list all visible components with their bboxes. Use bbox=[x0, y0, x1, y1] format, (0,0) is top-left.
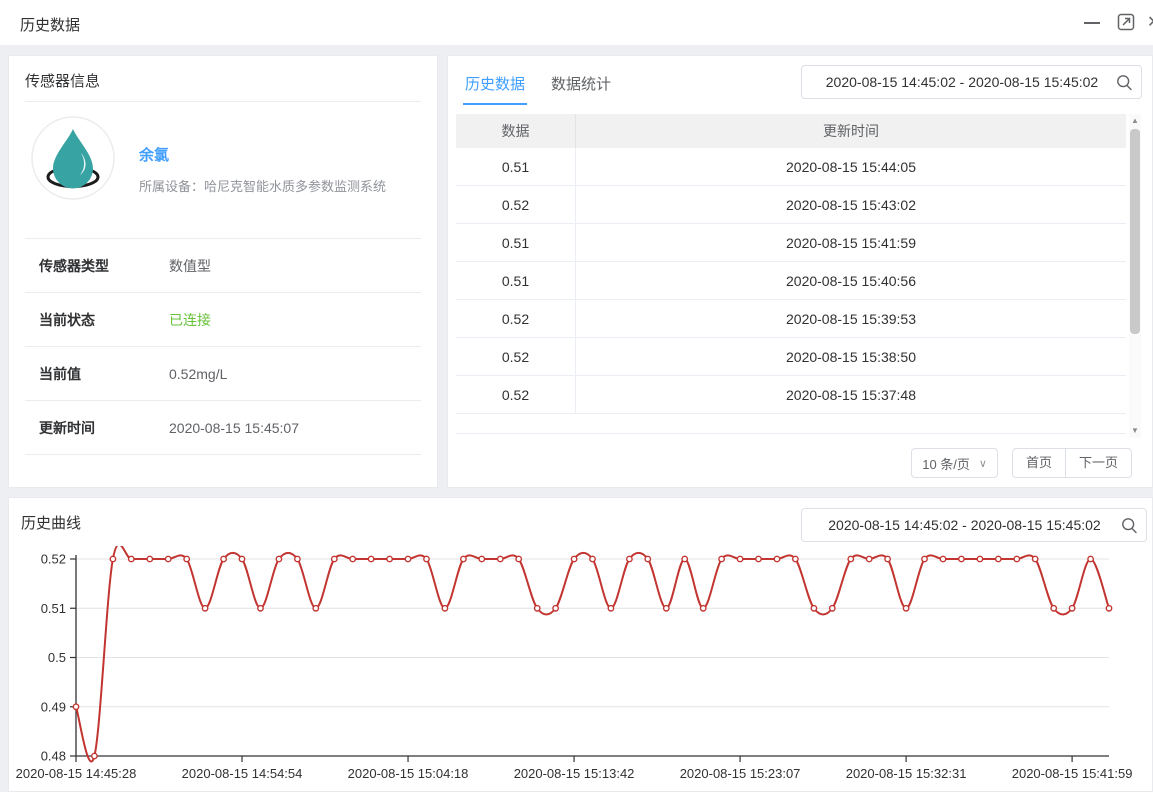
scroll-down-icon[interactable]: ▼ bbox=[1129, 425, 1141, 437]
cell-update-time: 2020-08-15 15:41:59 bbox=[576, 224, 1126, 261]
sensor-device-label: 所属设备：哈尼克智能水质多参数监测系统 bbox=[139, 176, 386, 195]
info-label: 当前值 bbox=[39, 347, 81, 401]
svg-text:2020-08-15 15:41:59: 2020-08-15 15:41:59 bbox=[1012, 766, 1133, 781]
sensor-info-panel: 传感器信息 余氯 所属设备：哈尼克智能水质多参数监测系统 传感器类型数值型当前状… bbox=[8, 55, 438, 488]
divider bbox=[25, 101, 421, 102]
svg-text:0.52: 0.52 bbox=[41, 552, 66, 567]
svg-text:2020-08-15 15:32:31: 2020-08-15 15:32:31 bbox=[846, 766, 967, 781]
table-row: 0.512020-08-15 15:40:56 bbox=[456, 262, 1126, 300]
info-value: 0.52mg/L bbox=[169, 347, 227, 401]
history-line-chart: 0.48 0.49 0.5 0.51 0.52 2020-08-15 14:45:28 20… bbox=[9, 546, 1152, 792]
sensor-info-row: 更新时间 2020-08-15 15:45:07 bbox=[25, 401, 421, 455]
svg-text:0.48: 0.48 bbox=[41, 749, 66, 764]
curve-panel-title: 历史曲线 bbox=[21, 512, 81, 533]
cell-update-time: 2020-08-15 15:38:50 bbox=[576, 338, 1126, 375]
svg-text:0.5: 0.5 bbox=[48, 650, 66, 665]
table-row: 0.522020-08-15 15:43:02 bbox=[456, 186, 1126, 224]
scrollbar-thumb[interactable] bbox=[1130, 129, 1140, 334]
history-tabs: 历史数据数据统计 bbox=[463, 66, 613, 106]
sensor-name-link[interactable]: 余氯 bbox=[139, 144, 169, 165]
history-date-range-value: 2020-08-15 14:45:02 - 2020-08-15 15:45:0… bbox=[810, 74, 1114, 90]
info-label: 传感器类型 bbox=[39, 239, 109, 293]
pagination: 10 条/页 ∨ 首页 下一页 bbox=[911, 448, 1132, 478]
table-header: 数据 更新时间 bbox=[456, 114, 1126, 148]
table-row: 0.522020-08-15 15:39:53 bbox=[456, 300, 1126, 338]
sensor-info-rows: 传感器类型 数值型当前状态 已连接当前值 0.52mg/L 更新时间 2020-08-15… bbox=[25, 238, 421, 455]
sensor-info-row: 当前状态 已连接 bbox=[25, 293, 421, 347]
table-row: 0.512020-08-15 15:41:59 bbox=[456, 224, 1126, 262]
curve-date-range-picker[interactable]: 2020-08-15 14:45:02 - 2020-08-15 15:45:0… bbox=[801, 508, 1147, 542]
tab-data-statistics[interactable]: 数据统计 bbox=[549, 66, 613, 106]
table-row: 0.512020-08-15 15:44:05 bbox=[456, 148, 1126, 186]
column-header-data: 数据 bbox=[456, 114, 576, 148]
cell-data-value: 0.51 bbox=[456, 148, 576, 185]
sensor-info-row: 传感器类型 数值型 bbox=[25, 239, 421, 293]
info-value: 2020-08-15 15:45:07 bbox=[169, 401, 299, 455]
chevron-down-icon: ∨ bbox=[979, 457, 987, 470]
history-data-panel: 历史数据数据统计 2020-08-15 14:45:02 - 2020-08-1… bbox=[447, 55, 1153, 488]
svg-text:2020-08-15 15:23:07: 2020-08-15 15:23:07 bbox=[680, 766, 801, 781]
cell-update-time: 2020-08-15 15:37:48 bbox=[576, 376, 1126, 413]
cell-data-value: 0.52 bbox=[456, 376, 576, 413]
cell-update-time: 2020-08-15 15:44:05 bbox=[576, 148, 1126, 185]
pagination-buttons: 首页 下一页 bbox=[1012, 448, 1132, 478]
tab-history-data[interactable]: 历史数据 bbox=[463, 66, 527, 106]
page-size-value: 10 条/页 bbox=[922, 454, 970, 473]
info-value: 数值型 bbox=[169, 239, 211, 293]
column-header-time: 更新时间 bbox=[576, 114, 1126, 148]
next-page-button[interactable]: 下一页 bbox=[1065, 449, 1131, 477]
sensor-panel-title: 传感器信息 bbox=[25, 70, 100, 91]
cell-update-time: 2020-08-15 15:40:56 bbox=[576, 262, 1126, 299]
history-curve-panel: 历史曲线 2020-08-15 14:45:02 - 2020-08-15 15… bbox=[8, 497, 1153, 792]
info-value: 已连接 bbox=[169, 293, 211, 347]
info-label: 更新时间 bbox=[39, 401, 95, 455]
svg-text:2020-08-15 14:54:54: 2020-08-15 14:54:54 bbox=[182, 766, 303, 781]
svg-text:0.51: 0.51 bbox=[41, 601, 66, 616]
curve-date-range-value: 2020-08-15 14:45:02 - 2020-08-15 15:45:0… bbox=[810, 517, 1119, 533]
page-title: 历史数据 bbox=[20, 14, 80, 35]
water-drop-icon bbox=[31, 116, 115, 200]
expand-icon bbox=[1117, 13, 1135, 31]
svg-text:0.49: 0.49 bbox=[41, 699, 66, 714]
cell-data-value: 0.52 bbox=[456, 338, 576, 375]
table-body: 0.512020-08-15 15:44:050.522020-08-15 15… bbox=[456, 148, 1126, 414]
svg-text:2020-08-15 15:04:18: 2020-08-15 15:04:18 bbox=[348, 766, 469, 781]
info-label: 当前状态 bbox=[39, 293, 95, 347]
table-row: 0.522020-08-15 15:37:48 bbox=[456, 376, 1126, 414]
close-button[interactable]: ✕ bbox=[1147, 12, 1153, 32]
cell-data-value: 0.51 bbox=[456, 224, 576, 261]
sensor-info-row: 当前值 0.52mg/L bbox=[25, 347, 421, 401]
cell-data-value: 0.52 bbox=[456, 186, 576, 223]
cell-update-time: 2020-08-15 15:39:53 bbox=[576, 300, 1126, 337]
table-row: 0.522020-08-15 15:38:50 bbox=[456, 338, 1126, 376]
cell-update-time: 2020-08-15 15:43:02 bbox=[576, 186, 1126, 223]
page-size-select[interactable]: 10 条/页 ∨ bbox=[911, 448, 998, 478]
cell-data-value: 0.52 bbox=[456, 300, 576, 337]
scroll-up-icon[interactable]: ▲ bbox=[1129, 115, 1141, 127]
history-date-range-picker[interactable]: 2020-08-15 14:45:02 - 2020-08-15 15:45:0… bbox=[801, 65, 1142, 99]
svg-text:2020-08-15 14:45:28: 2020-08-15 14:45:28 bbox=[16, 766, 137, 781]
window-titlebar: 历史数据 ✕ bbox=[0, 0, 1153, 45]
svg-text:2020-08-15 15:13:42: 2020-08-15 15:13:42 bbox=[514, 766, 635, 781]
first-page-button[interactable]: 首页 bbox=[1013, 449, 1065, 477]
table-row-partial bbox=[456, 414, 1126, 434]
search-icon[interactable] bbox=[1121, 517, 1138, 534]
maximize-button[interactable] bbox=[1117, 13, 1135, 31]
search-icon[interactable] bbox=[1116, 74, 1133, 91]
table-scrollbar[interactable]: ▲ ▼ bbox=[1129, 114, 1141, 438]
history-data-table: 数据 更新时间 0.512020-08-15 15:44:050.522020-… bbox=[456, 114, 1126, 434]
minimize-button[interactable] bbox=[1084, 22, 1100, 24]
cell-data-value: 0.51 bbox=[456, 262, 576, 299]
